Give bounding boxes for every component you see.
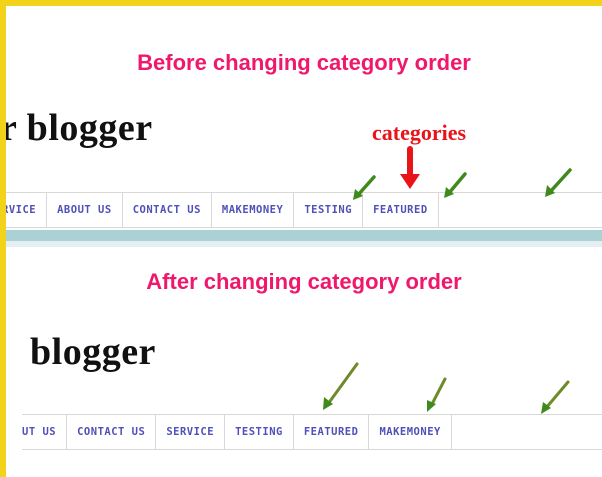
screenshot-frame: Before changing category order r blogger… [0, 0, 602, 477]
arrow-green-icon [541, 380, 570, 414]
arrow-green-icon [444, 172, 467, 198]
arrow-green-icon [353, 175, 376, 200]
arrow-green-icon [545, 168, 572, 197]
arrow-green-icon [323, 362, 359, 410]
arrow-red-icon [400, 146, 420, 189]
annotation-arrows [323, 146, 572, 414]
arrow-green-icon [427, 377, 447, 412]
